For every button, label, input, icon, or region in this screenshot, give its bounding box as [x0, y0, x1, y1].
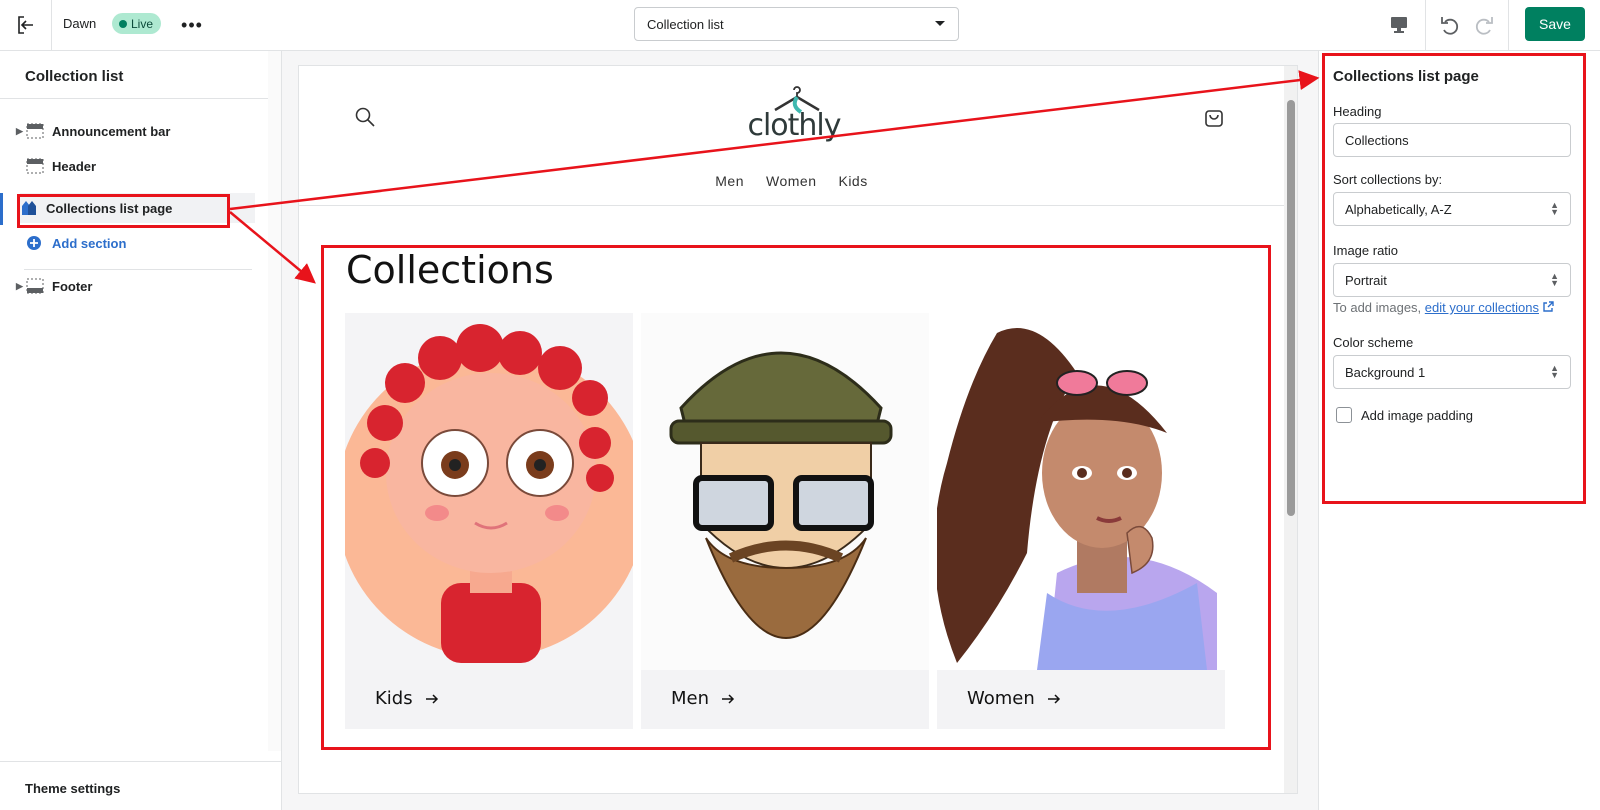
men-collection-image [641, 313, 929, 670]
heading-input[interactable]: Collections [1333, 123, 1571, 157]
more-icon: ••• [181, 14, 203, 35]
divider [1508, 0, 1509, 50]
hint-text: To add images, [1333, 300, 1422, 315]
card-title: Men [671, 688, 710, 709]
store-header: clothly Men Women Kids [299, 66, 1284, 206]
chevron-down-icon [935, 21, 945, 26]
nav-link-kids[interactable]: Kids [838, 173, 867, 189]
theme-settings-button[interactable]: Theme settings [0, 761, 282, 810]
arrow-right-icon [425, 693, 438, 704]
divider [0, 98, 268, 99]
store-nav: Men Women Kids [299, 173, 1284, 189]
save-button[interactable]: Save [1525, 7, 1585, 41]
image-padding-label: Add image padding [1361, 408, 1474, 423]
top-bar: Dawn Live ••• Collection list Save [0, 0, 1600, 51]
image-ratio-select[interactable]: Portrait ▲ ▼ [1333, 263, 1571, 297]
caret-right-icon[interactable]: ▶ [16, 126, 26, 137]
image-ratio-value: Portrait [1345, 272, 1387, 288]
select-arrows-icon: ▲ ▼ [1550, 271, 1559, 288]
preview-canvas: clothly Men Women Kids Collections Kids … [282, 51, 1318, 810]
sidebar-item-header[interactable]: Header [16, 151, 262, 181]
edit-collections-link[interactable]: edit your collections [1425, 300, 1539, 315]
status-label: Live [131, 16, 154, 31]
collection-card-women[interactable]: Women [937, 313, 1225, 729]
image-hint: To add images, edit your collections [1333, 300, 1554, 315]
undo-button[interactable] [1436, 11, 1464, 39]
logo-text: clothly [747, 108, 841, 143]
sidebar-item-label: Announcement bar [52, 123, 171, 139]
color-scheme-label: Color scheme [1333, 335, 1414, 350]
arrow-right-icon [722, 693, 735, 704]
section-top-icon [26, 158, 44, 174]
card-title: Women [967, 688, 1035, 709]
undo-icon [1441, 17, 1459, 35]
sort-label: Sort collections by: [1333, 172, 1443, 187]
heading-label: Heading [1333, 104, 1382, 119]
collection-tag-icon [22, 201, 36, 215]
sidebar-item-label: Footer [52, 278, 93, 294]
sort-select[interactable]: Alphabetically, A-Z ▲ ▼ [1333, 192, 1571, 226]
sidebar-title: Collection list [25, 68, 124, 85]
section-top-icon [26, 123, 44, 139]
sidebar-item-label: Collections list page [46, 200, 173, 216]
collection-card-kids[interactable]: Kids [345, 313, 633, 729]
sidebar-item-label: Header [52, 158, 97, 174]
color-scheme-select[interactable]: Background 1 ▲ ▼ [1333, 355, 1571, 389]
card-label: Women [967, 688, 1061, 709]
page-selector[interactable]: Collection list [634, 7, 959, 41]
scrollbar-thumb[interactable] [1287, 100, 1295, 516]
settings-title: Collections list page [1333, 68, 1479, 85]
image-ratio-label: Image ratio [1333, 243, 1399, 258]
status-dot-icon [119, 19, 127, 28]
image-padding-checkbox[interactable] [1336, 407, 1352, 423]
status-badge: Live [112, 13, 162, 34]
page-selector-value: Collection list [647, 16, 724, 32]
theme-name: Dawn [63, 16, 97, 31]
nav-link-men[interactable]: Men [715, 173, 744, 189]
sidebar-item-announcement-bar[interactable]: ▶ Announcement bar [16, 116, 262, 146]
add-section-label: Add section [52, 235, 127, 251]
card-label: Men [671, 688, 735, 709]
search-icon[interactable] [354, 106, 376, 128]
exit-icon [17, 16, 33, 34]
sidebar-item-collections-list-page[interactable]: Collections list page [20, 193, 255, 223]
desktop-icon [1391, 17, 1407, 33]
divider [24, 269, 252, 270]
select-arrows-icon: ▲ ▼ [1550, 200, 1559, 217]
more-actions-button[interactable]: ••• [181, 14, 203, 36]
add-section-button[interactable]: Add section [26, 228, 272, 258]
desktop-preview-button[interactable] [1386, 12, 1412, 38]
heading-input-value: Collections [1345, 132, 1409, 148]
card-label: Kids [375, 688, 439, 709]
redo-button[interactable] [1470, 11, 1498, 39]
external-link-icon[interactable] [1542, 301, 1554, 312]
sort-select-value: Alphabetically, A-Z [1345, 201, 1452, 217]
active-indicator [0, 193, 3, 225]
store-logo[interactable]: clothly [739, 86, 849, 146]
nav-link-women[interactable]: Women [766, 173, 816, 189]
women-collection-image [937, 313, 1225, 670]
redo-icon [1475, 17, 1493, 35]
arrow-right-icon [1047, 693, 1060, 704]
collection-card-men[interactable]: Men [641, 313, 929, 729]
divider [1425, 0, 1426, 50]
card-title: Kids [375, 688, 413, 709]
cart-icon[interactable] [1204, 106, 1224, 128]
sidebar-item-footer[interactable]: ▶ Footer [16, 271, 262, 301]
kids-collection-image [345, 313, 633, 670]
exit-button[interactable] [0, 0, 52, 50]
plus-circle-icon [27, 236, 41, 250]
section-bottom-icon [26, 278, 44, 294]
caret-right-icon[interactable]: ▶ [16, 281, 26, 292]
sidebar-scrollbar[interactable] [268, 51, 281, 751]
sections-sidebar: Collection list ▶ Announcement bar Heade… [0, 51, 282, 810]
section-settings-panel: Collections list page Heading Collection… [1318, 51, 1600, 810]
color-scheme-value: Background 1 [1345, 364, 1426, 380]
store-preview-frame: clothly Men Women Kids Collections Kids … [298, 65, 1298, 794]
select-arrows-icon: ▲ ▼ [1550, 363, 1559, 380]
preview-scrollbar[interactable] [1284, 66, 1297, 793]
collections-heading: Collections [346, 248, 554, 292]
